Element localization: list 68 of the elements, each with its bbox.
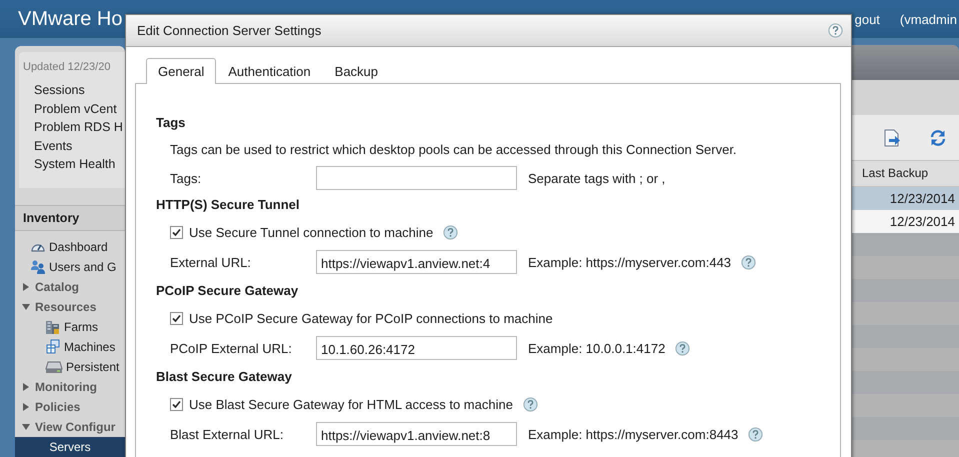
field-hint: Example: 10.0.0.1:4172 [528, 340, 666, 356]
tab[interactable]: Backup [322, 58, 390, 84]
field-label: External URL: [170, 254, 252, 270]
column-header[interactable]: Last Backup [856, 161, 959, 186]
header-link[interactable]: gout [854, 12, 880, 26]
table-cell-text: 12/23/2014 [888, 190, 956, 208]
help-icon[interactable] [748, 426, 764, 442]
export-icon[interactable] [883, 128, 901, 146]
building-icon [45, 319, 61, 335]
input-field[interactable]: https://viewapv1.anview.net:8 [316, 422, 517, 446]
tab[interactable]: General [146, 58, 216, 84]
field-hint: Separate tags with ; or , [528, 170, 666, 186]
input-field[interactable]: 10.1.60.26:4172 [316, 336, 517, 360]
help-icon[interactable] [522, 396, 538, 412]
section-heading: Tags [156, 114, 186, 132]
tree-item[interactable]: Persistent [15, 357, 125, 377]
tree-item[interactable]: Servers [15, 437, 125, 457]
help-icon[interactable] [741, 254, 756, 270]
inventory-title: Inventory [23, 210, 80, 225]
field-label: Blast External URL: [170, 426, 284, 442]
help-icon[interactable] [675, 340, 690, 356]
input-field[interactable] [316, 166, 517, 190]
field-label: Tags: [170, 170, 202, 186]
app-title: VMware Ho [18, 8, 122, 30]
section-heading: Blast Secure Gateway [156, 368, 293, 386]
help-icon[interactable] [828, 23, 843, 38]
tree-item[interactable]: Monitoring [15, 377, 125, 397]
header-link[interactable]: (vmadmin [900, 12, 957, 26]
tree-item[interactable]: Policies [15, 397, 125, 417]
dialog-title: Edit Connection Server Settings [137, 23, 322, 38]
caret-icon[interactable] [22, 383, 30, 391]
tab[interactable]: Authentication [216, 58, 323, 84]
refresh-icon[interactable] [929, 128, 947, 146]
caret-icon[interactable] [22, 403, 30, 411]
tree-item[interactable]: Farms [15, 317, 125, 337]
caret-icon[interactable] [22, 423, 30, 431]
tree-item[interactable]: Machines [15, 337, 125, 357]
tree-item[interactable]: Resources [15, 297, 125, 317]
section-description: Tags can be used to restrict which desktop pools can be accessed through this Connection Server. [169, 141, 738, 159]
input-field[interactable]: https://viewapv1.anview.net:4 [316, 250, 517, 274]
sidebar-link[interactable]: Problem RDS H [34, 118, 125, 136]
table-cell-text: 12/23/2014 [888, 213, 956, 231]
field-label: PCoIP External URL: [170, 340, 293, 356]
caret-icon[interactable] [22, 283, 30, 291]
checkbox[interactable] [170, 312, 183, 324]
help-icon[interactable] [443, 224, 458, 240]
people-icon [30, 259, 46, 275]
tree-item[interactable]: Users and G [15, 257, 125, 277]
sidebar-link[interactable]: Events [34, 136, 125, 155]
checkbox-label[interactable]: Use Secure Tunnel connection to machine [189, 224, 434, 240]
checkbox[interactable] [170, 226, 183, 238]
tree-item[interactable]: View Configur [15, 417, 125, 437]
section-heading: HTTP(S) Secure Tunnel [156, 196, 300, 214]
checkbox-label[interactable]: Use PCoIP Secure Gateway for PCoIP connections to machine [189, 310, 553, 326]
caret-icon[interactable] [22, 303, 30, 311]
checkbox-label[interactable]: Use Blast Secure Gateway for HTML access to machine [189, 396, 513, 412]
field-hint: Example: https://myserver.com:8443 [528, 426, 738, 442]
checkbox[interactable] [170, 398, 183, 410]
updated-text: Updated 12/23/20 [23, 61, 112, 73]
section-heading: PCoIP Secure Gateway [156, 282, 300, 300]
tree-item[interactable]: Catalog [15, 277, 125, 297]
stacked-squares-icon [45, 339, 61, 355]
drive-icon [45, 359, 63, 375]
sidebar-link[interactable]: System Health [34, 155, 125, 174]
tree-item[interactable]: Dashboard [15, 237, 125, 257]
sidebar-link[interactable]: Problem vCent [34, 100, 125, 118]
field-hint: Example: https://myserver.com:443 [528, 254, 732, 270]
sidebar-link[interactable]: Sessions [34, 81, 125, 100]
